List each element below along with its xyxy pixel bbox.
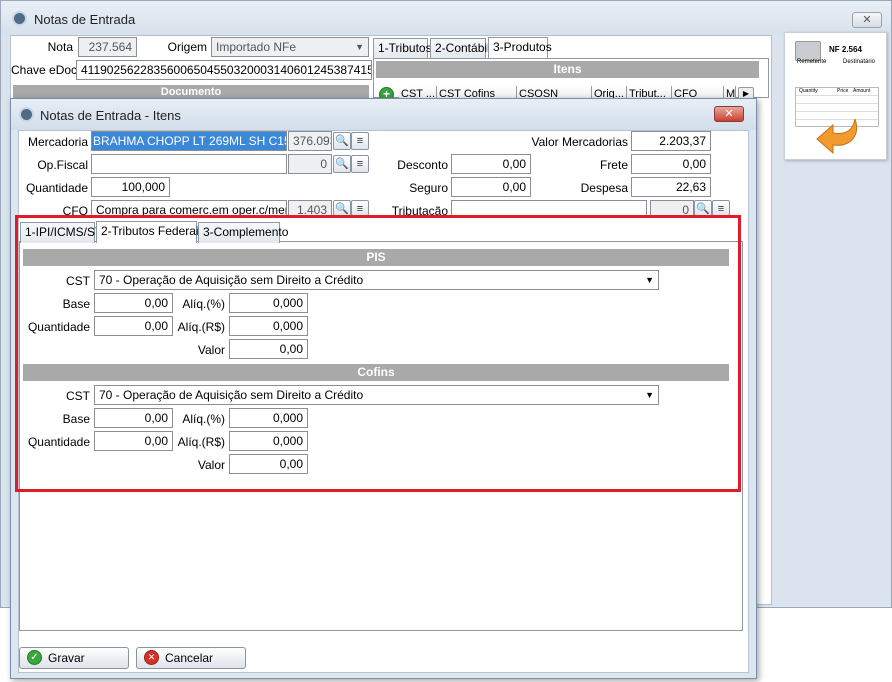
frete-field[interactable]: 0,00	[631, 154, 711, 174]
cancelar-button[interactable]: ✕ Cancelar	[136, 647, 246, 669]
app-logo-icon	[12, 11, 27, 26]
highlight-frame	[15, 215, 741, 492]
parent-close-button[interactable]: ✕	[852, 12, 882, 28]
nf-card-col1: Quantity	[799, 88, 818, 94]
dialog-logo-icon	[19, 107, 34, 122]
cfo-code-field[interactable]: 1.403	[288, 200, 332, 216]
nf-card-destinatario: Destinatário	[843, 59, 876, 65]
dialog-title: Notas de Entrada - Itens	[40, 108, 181, 123]
cancelar-label: Cancelar	[165, 651, 214, 665]
parent-tab-contabil[interactable]: 2-Contábil	[430, 38, 490, 59]
check-icon: ✓	[27, 650, 42, 665]
origem-value: Importado NFe	[216, 40, 297, 54]
nota-label: Nota	[47, 40, 73, 54]
gravar-button[interactable]: ✓ Gravar	[19, 647, 129, 669]
tributacao-search-icon[interactable]: 🔍	[694, 200, 712, 216]
mercadoria-label: Mercadoria	[27, 135, 88, 149]
opfiscal-code-field[interactable]: 0	[288, 154, 332, 174]
nf-card: NF 2.564 Remetente Destinatário Quantity…	[784, 32, 887, 160]
nf-card-col3: Amount	[853, 88, 871, 94]
mercadoria-list-icon[interactable]: ≡	[351, 132, 369, 150]
cancel-icon: ✕	[144, 650, 159, 665]
opfiscal-list-icon[interactable]: ≡	[351, 155, 369, 173]
opfiscal-search-icon[interactable]: 🔍	[333, 155, 351, 173]
origem-select[interactable]: Importado NFe ▼	[211, 37, 369, 57]
despesa-field[interactable]: 22,63	[631, 177, 711, 197]
dialog-close-button[interactable]: ✕	[714, 106, 744, 122]
desconto-label: Desconto	[397, 158, 448, 172]
chave-label: Chave eDoc	[11, 63, 78, 77]
tributacao-code-field[interactable]: 0	[650, 200, 694, 216]
return-arrow-icon	[816, 118, 857, 155]
quantidade-field[interactable]: 100,000	[91, 177, 170, 197]
chave-field[interactable]: 4119025622835600650455032000314060124538…	[76, 60, 372, 80]
nota-field[interactable]: 237.564	[78, 37, 137, 57]
valor-mercadorias-label: Valor Mercadorias	[531, 135, 628, 149]
tributacao-field[interactable]	[451, 200, 647, 216]
parent-tab-tributos[interactable]: 1-Tributos	[373, 38, 432, 59]
opfiscal-label: Op.Fiscal	[37, 158, 88, 172]
parent-tab-produtos[interactable]: 3-Produtos	[488, 37, 552, 59]
desconto-field[interactable]: 0,00	[451, 154, 531, 174]
chevron-down-icon: ▼	[355, 42, 364, 52]
quantidade-label: Quantidade	[25, 181, 88, 195]
despesa-label: Despesa	[580, 181, 628, 195]
cfo-search-icon[interactable]: 🔍	[333, 200, 351, 216]
documento-header: Documento	[13, 85, 369, 99]
seguro-label: Seguro	[409, 181, 448, 195]
mercadoria-code-field[interactable]: 376.093	[288, 131, 332, 151]
frete-label: Frete	[599, 158, 628, 172]
parent-title: Notas de Entrada	[34, 12, 136, 27]
printer-icon	[795, 41, 821, 61]
gravar-label: Gravar	[48, 651, 85, 665]
seguro-field[interactable]: 0,00	[451, 177, 531, 197]
nf-card-col2: Price	[837, 88, 849, 94]
valor-mercadorias-field[interactable]: 2.203,37	[631, 131, 711, 151]
cfo-list-icon[interactable]: ≡	[351, 200, 369, 216]
nf-card-title: NF 2.564	[829, 45, 862, 54]
mercadoria-search-icon[interactable]: 🔍	[333, 132, 351, 150]
itens-header: Itens	[376, 61, 759, 78]
origem-label: Origem	[167, 40, 207, 54]
nf-card-remetente: Remetente	[797, 59, 827, 65]
tributacao-list-icon[interactable]: ≡	[712, 200, 730, 216]
mercadoria-field[interactable]: BRAHMA CHOPP LT 269ML SH C15 NPAL	[91, 131, 287, 151]
cfo-field[interactable]: Compra para comerc.em oper.c/merc.c/s	[91, 200, 287, 216]
opfiscal-field[interactable]	[91, 154, 287, 174]
